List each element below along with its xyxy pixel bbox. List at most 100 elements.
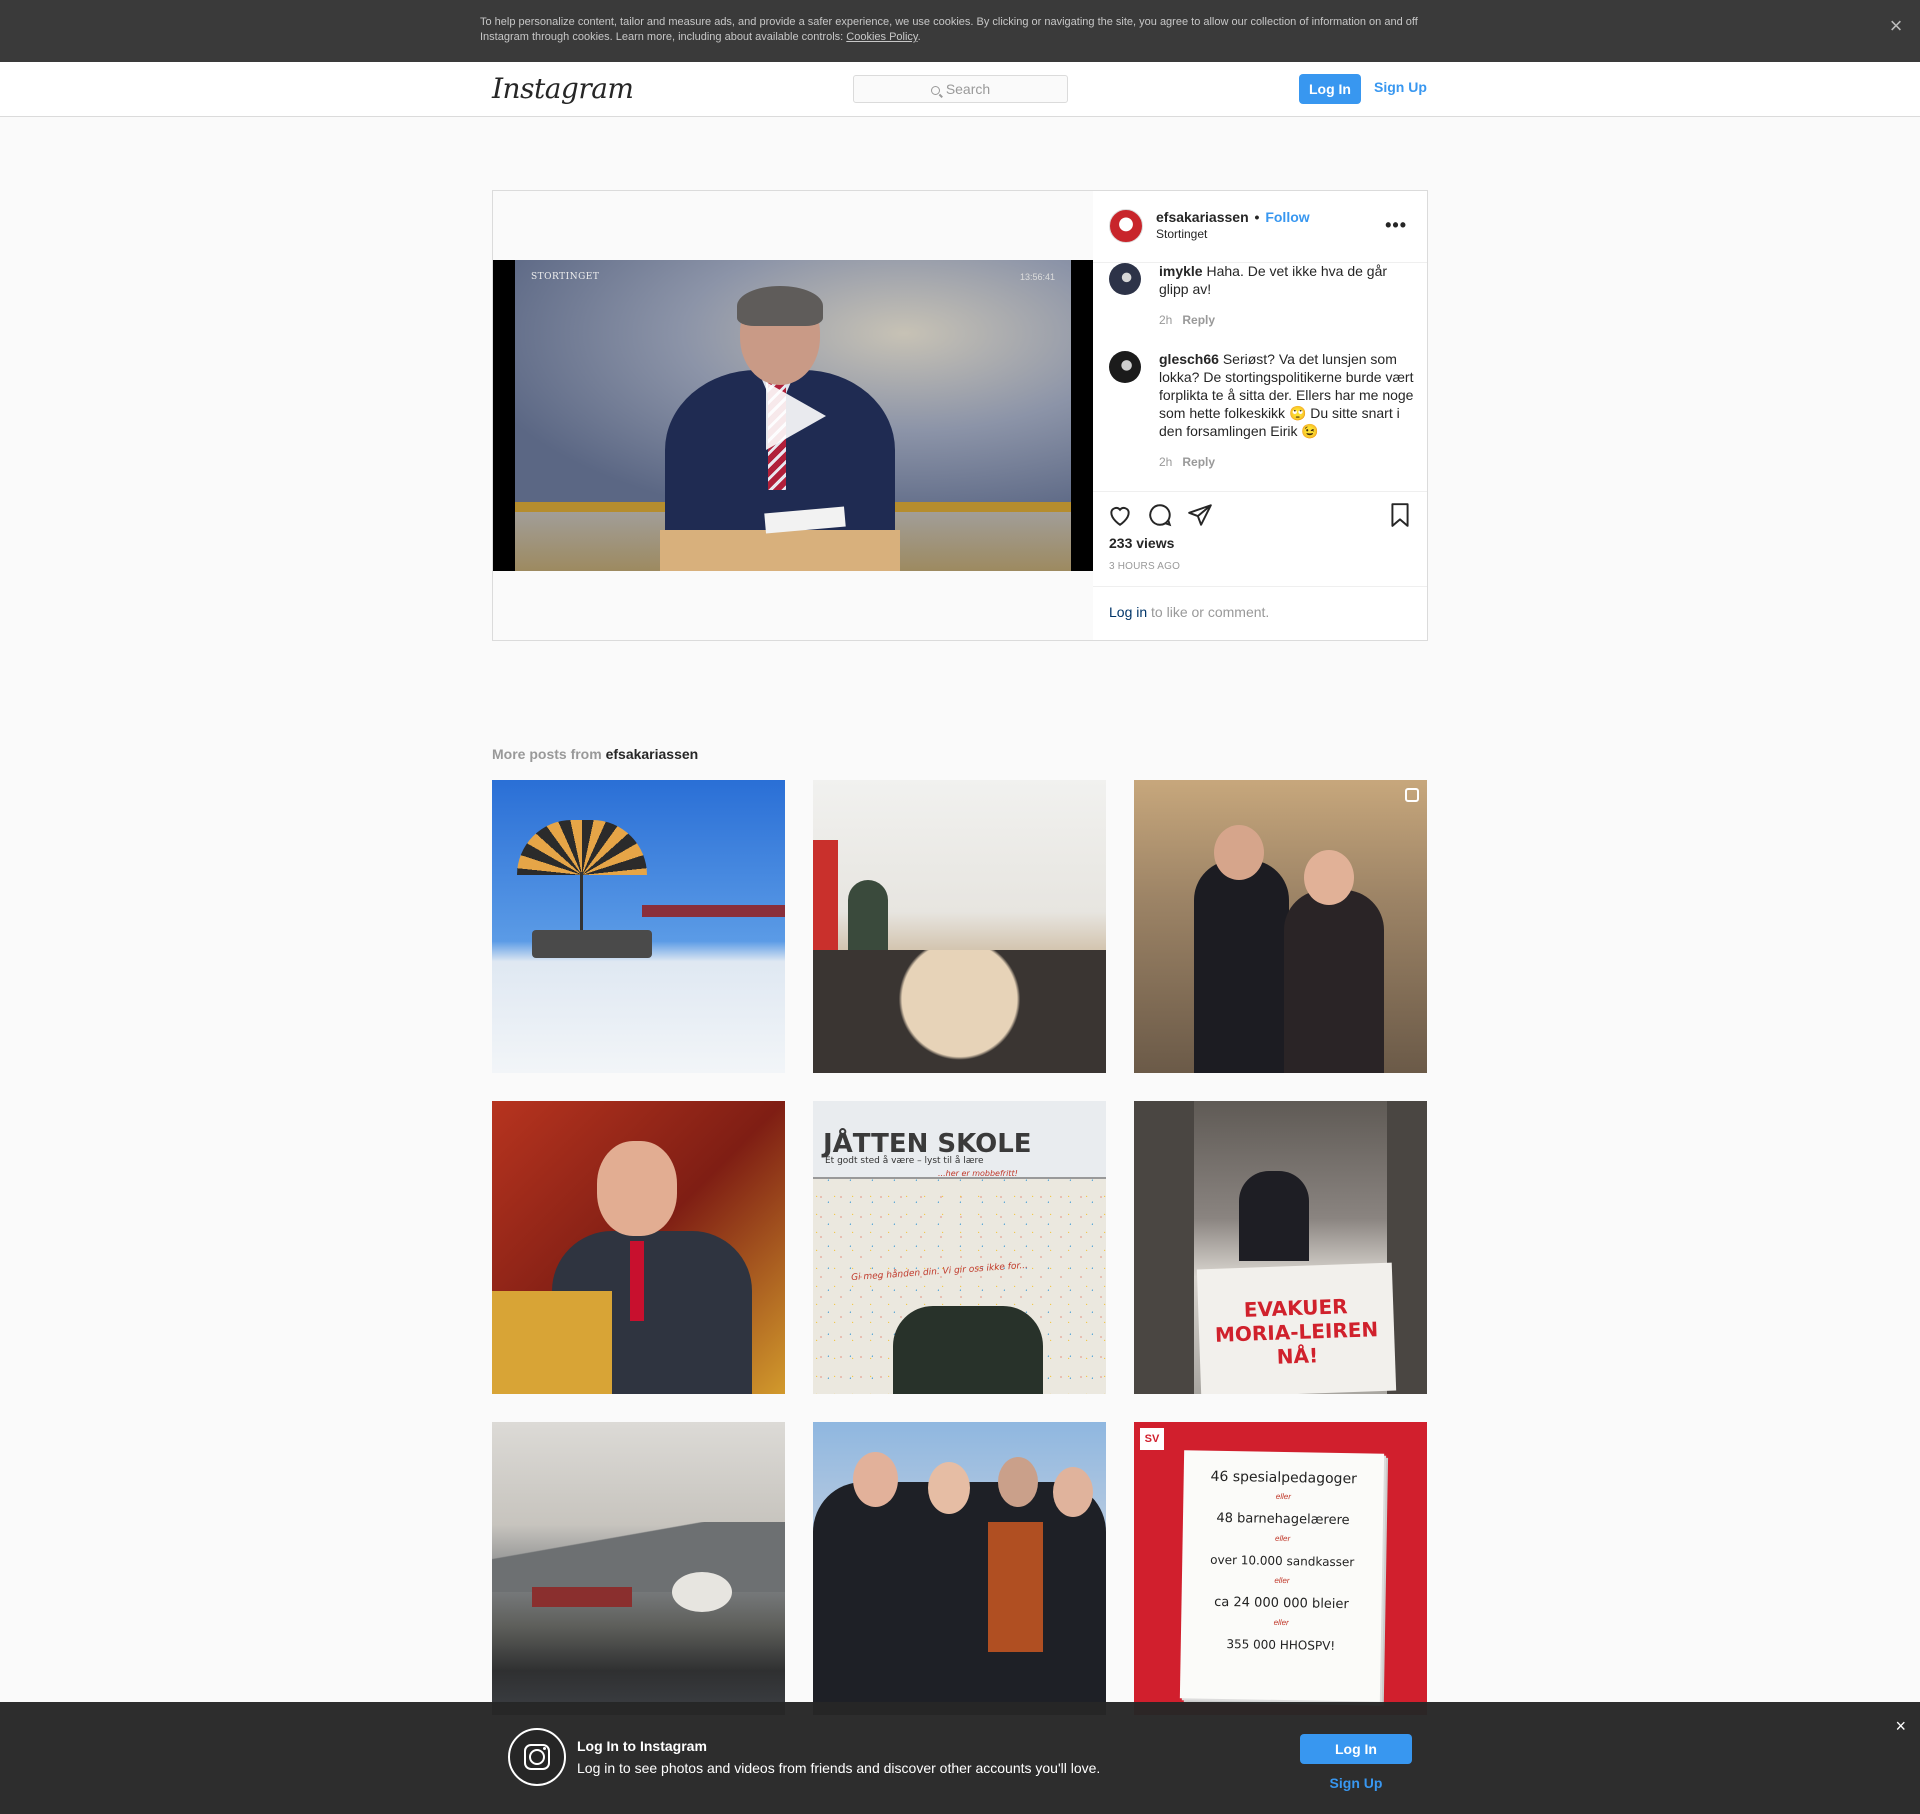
grid-post[interactable]: SV 46 spesialpedagoger eller 48 barnehag… [1134, 1422, 1427, 1715]
video-player[interactable]: STORTINGET 13:56:41 [493, 260, 1093, 571]
poster-line: 48 barnehagelærere [1216, 1510, 1350, 1529]
grid-post[interactable] [1134, 780, 1427, 1073]
face-3 [998, 1457, 1038, 1507]
signup-link[interactable]: Sign Up [1374, 74, 1427, 104]
login-bar-subtitle: Log in to see photos and videos from fri… [577, 1760, 1101, 1776]
comment-meta: 2h Reply [1159, 313, 1215, 327]
reply-button[interactable]: Reply [1182, 313, 1215, 327]
poster-eller: eller [1273, 1617, 1289, 1628]
sign-title: JÅTTEN SKOLE [823, 1129, 1032, 1159]
heart-icon[interactable] [1107, 502, 1133, 528]
separator-dot: • [1254, 209, 1260, 225]
orange-shirt [988, 1522, 1043, 1652]
instagram-logo[interactable]: Instagram [492, 72, 634, 105]
steam-cloud [672, 1572, 732, 1612]
gold-chair [492, 1291, 612, 1394]
top-nav: Instagram Search Log In Sign Up [0, 62, 1920, 117]
post-location[interactable]: Stortinget [1156, 227, 1207, 241]
post-time: 3 HOURS AGO [1109, 561, 1181, 572]
red-buildings [532, 1587, 632, 1607]
post-sidebar: efsakariassen • Follow Stortinget ••• im… [1093, 191, 1427, 640]
sign-tagline: ...her er mobbefritt! [938, 1169, 1018, 1178]
comment-text: glesch66 Seriøst? Va det lunsjen som lok… [1159, 350, 1419, 440]
comment-icon[interactable] [1147, 502, 1173, 528]
group-of-four [813, 1482, 1106, 1715]
post-media: STORTINGET 13:56:41 [493, 191, 1093, 640]
mountains [492, 1522, 785, 1592]
avatar[interactable] [1109, 209, 1143, 243]
login-bar-title: Log In to Instagram [577, 1738, 707, 1754]
play-icon[interactable] [766, 382, 826, 450]
protest-banner: EVAKUER MORIA-LEIREN NÅ! [1196, 1262, 1397, 1394]
comment-text: imykle Haha. De vet ikke hva de går glip… [1159, 263, 1419, 298]
grid-post[interactable] [813, 1422, 1106, 1715]
follow-button[interactable]: Follow [1265, 209, 1309, 225]
poster-line: 46 spesialpedagoger [1210, 1468, 1358, 1488]
person-face [597, 1141, 677, 1236]
share-icon[interactable] [1187, 502, 1213, 528]
comment-time: 2h [1159, 313, 1173, 327]
face-right [1304, 850, 1354, 905]
comment-time: 2h [1159, 455, 1173, 469]
poster-line: 355 000 HHOSPV! [1226, 1637, 1336, 1653]
poster-eller: eller [1275, 1533, 1291, 1544]
sv-logo: SV [1140, 1428, 1164, 1450]
login-to-comment: Log in to like or comment. [1093, 586, 1427, 640]
login-button[interactable]: Log In [1299, 74, 1361, 104]
person-standing [848, 880, 888, 950]
speaker-hair [737, 286, 823, 326]
login-link[interactable]: Log in [1109, 604, 1147, 620]
face-4 [1053, 1467, 1093, 1517]
grid-post[interactable] [492, 1422, 785, 1715]
cookie-banner: To help personalize content, tailor and … [0, 0, 1920, 62]
post-actions [1093, 491, 1427, 531]
bar-login-button[interactable]: Log In [1300, 1734, 1412, 1764]
person-left [1194, 860, 1289, 1073]
bar-signup-link[interactable]: Sign Up [1300, 1775, 1412, 1791]
poster-line: ca 24 000 000 bleier [1214, 1594, 1349, 1613]
person-tie [630, 1241, 644, 1321]
post-header: efsakariassen • Follow Stortinget ••• [1093, 191, 1427, 263]
close-icon[interactable]: × [1895, 1716, 1906, 1737]
grid-post[interactable]: EVAKUER MORIA-LEIREN NÅ! [1134, 1101, 1427, 1394]
view-count[interactable]: 233 views [1109, 535, 1174, 551]
camera-flash [543, 1747, 546, 1750]
post-username[interactable]: efsakariassen [1156, 209, 1249, 225]
table-group [813, 950, 1106, 1073]
banner-text: EVAKUER MORIA-LEIREN NÅ! [1214, 1294, 1379, 1369]
grid-post[interactable] [492, 780, 785, 1073]
comment-avatar[interactable] [1109, 351, 1141, 383]
poster-paper: 46 spesialpedagoger eller 48 barnehagelæ… [1179, 1450, 1385, 1702]
people-silhouette [532, 930, 652, 958]
face-left [1214, 825, 1264, 880]
poster-eller: eller [1274, 1575, 1290, 1586]
instagram-icon [508, 1728, 566, 1786]
search-icon [930, 86, 940, 95]
reply-button[interactable]: Reply [1182, 455, 1215, 469]
comment-username[interactable]: glesch66 [1159, 351, 1219, 367]
more-posts-title: More posts from efsakariassen [492, 746, 698, 762]
login-prompt: to like or comment. [1147, 604, 1270, 620]
grid-post[interactable] [813, 780, 1106, 1073]
poster-line: over 10.000 sandkasser [1210, 1552, 1355, 1570]
umbrella-shape [517, 820, 647, 875]
more-posts-prefix: More posts from [492, 746, 606, 762]
more-options-icon[interactable]: ••• [1385, 215, 1407, 236]
comment-avatar[interactable] [1109, 263, 1141, 295]
cookie-close-icon[interactable]: × [1886, 15, 1906, 37]
comments-list[interactable]: imykle Haha. De vet ikke hva de går glip… [1093, 263, 1427, 483]
cookie-text: To help personalize content, tailor and … [480, 15, 1440, 45]
bookmark-icon[interactable] [1387, 502, 1413, 528]
grid-post[interactable]: JÅTTEN SKOLE Et godt sted å være – lyst … [813, 1101, 1106, 1394]
multiple-images-icon [1405, 788, 1419, 802]
poster-eller: eller [1275, 1491, 1292, 1502]
cookies-policy-link[interactable]: Cookies Policy [846, 31, 917, 43]
speaker-silhouette [1239, 1171, 1309, 1261]
search-input[interactable]: Search [853, 75, 1068, 103]
school-sign: JÅTTEN SKOLE Et godt sted å være – lyst … [813, 1101, 1106, 1179]
comment-username[interactable]: imykle [1159, 263, 1203, 279]
grid-post[interactable] [492, 1101, 785, 1394]
more-posts-username[interactable]: efsakariassen [606, 746, 699, 762]
video-brand: STORTINGET [531, 272, 600, 282]
cookie-period: . [917, 31, 921, 43]
